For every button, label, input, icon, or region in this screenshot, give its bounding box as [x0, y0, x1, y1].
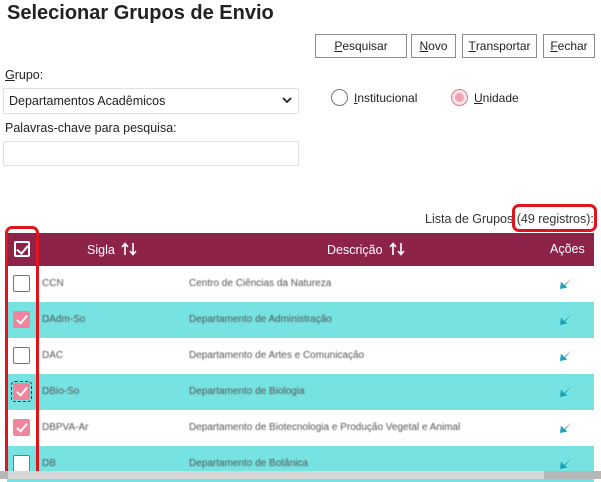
row-sigla: CCN — [42, 278, 64, 289]
row-descricao: Departamento de Administração — [189, 314, 332, 325]
row-descricao: Departamento de Botânica — [189, 458, 308, 469]
highlight-record-count — [512, 204, 597, 232]
row-sigla: DAdm-So — [42, 314, 86, 325]
radio-institutional-circle[interactable] — [331, 89, 348, 106]
chevron-down-icon — [282, 94, 292, 109]
header-descricao[interactable]: Descrição — [327, 242, 405, 257]
row-sigla: DBio-So — [42, 386, 80, 397]
row-sigla: DAC — [42, 350, 64, 361]
table-header: Sigla Descrição Ações — [7, 233, 594, 266]
row-descricao: Departamento de Biotecnologia e Produção… — [189, 422, 461, 433]
group-label-text: rupo: — [14, 68, 44, 82]
group-select-value: Departamentos Acadêmicos — [9, 94, 166, 108]
group-label-key: G — [5, 68, 15, 82]
group-label: Grupo: — [5, 68, 43, 82]
close-button-key: F — [550, 39, 558, 53]
header-sigla[interactable]: Sigla — [87, 242, 137, 257]
transport-button[interactable]: Transportar — [462, 34, 537, 58]
sort-arrows-icon[interactable] — [389, 242, 405, 256]
scrollbar-thumb[interactable] — [8, 471, 544, 479]
transport-button-key: T — [468, 39, 476, 53]
select-arrow-icon[interactable] — [555, 346, 575, 366]
record-count-label: Lista de Grupos — [425, 212, 514, 226]
table-row[interactable]: DBio-So Departamento de Biologia — [7, 374, 594, 410]
table-row[interactable]: CCN Centro de Ciências da Natureza — [7, 266, 594, 302]
select-arrow-icon[interactable] — [555, 418, 575, 438]
search-button-key: P — [334, 39, 343, 53]
select-arrow-icon[interactable] — [555, 382, 575, 402]
sort-arrows-icon[interactable] — [121, 242, 137, 256]
horizontal-scrollbar[interactable] — [0, 471, 601, 479]
row-descricao: Departamento de Artes e Comunicação — [189, 350, 365, 361]
radio-unit-circle[interactable] — [451, 89, 468, 106]
new-button-key: N — [419, 39, 429, 53]
highlight-checkbox-column — [5, 226, 39, 477]
close-button-label: echar — [557, 39, 588, 53]
search-button[interactable]: Pesquisar — [315, 34, 407, 58]
radio-institutional[interactable]: Institucional — [331, 89, 417, 106]
select-arrow-icon[interactable] — [555, 310, 575, 330]
radio-unit[interactable]: Unidade — [451, 89, 519, 106]
radio-institutional-label: nstitucional — [357, 90, 418, 105]
table-row[interactable]: DAdm-So Departamento de Administração — [7, 302, 594, 338]
transport-button-label: ransportar — [475, 39, 531, 53]
new-button[interactable]: Novo — [411, 34, 456, 58]
radio-unit-label: nidade — [482, 90, 519, 105]
row-descricao: Centro de Ciências da Natureza — [189, 278, 332, 289]
group-select[interactable]: Departamentos Acadêmicos — [3, 88, 299, 114]
keywords-input[interactable] — [3, 141, 299, 166]
header-descricao-label: Descrição — [327, 243, 383, 257]
close-button[interactable]: Fechar — [543, 34, 595, 58]
search-button-label: esquisar — [342, 39, 388, 53]
keywords-label: Palavras-chave para pesquisa: — [5, 121, 177, 135]
table-row[interactable]: DAC Departamento de Artes e Comunicação — [7, 338, 594, 374]
page-title: Selecionar Grupos de Envio — [7, 2, 274, 24]
table-row[interactable]: DBPVA-Ar Departamento de Biotecnologia e … — [7, 410, 594, 446]
row-sigla: DB — [42, 458, 56, 469]
new-button-label: ovo — [428, 39, 448, 53]
row-sigla: DBPVA-Ar — [42, 422, 89, 433]
row-descricao: Departamento de Biologia — [189, 386, 305, 397]
radio-unit-key: U — [474, 90, 483, 105]
select-arrow-icon[interactable] — [555, 274, 575, 294]
header-sigla-label: Sigla — [87, 243, 115, 257]
header-acoes: Ações — [550, 242, 585, 256]
